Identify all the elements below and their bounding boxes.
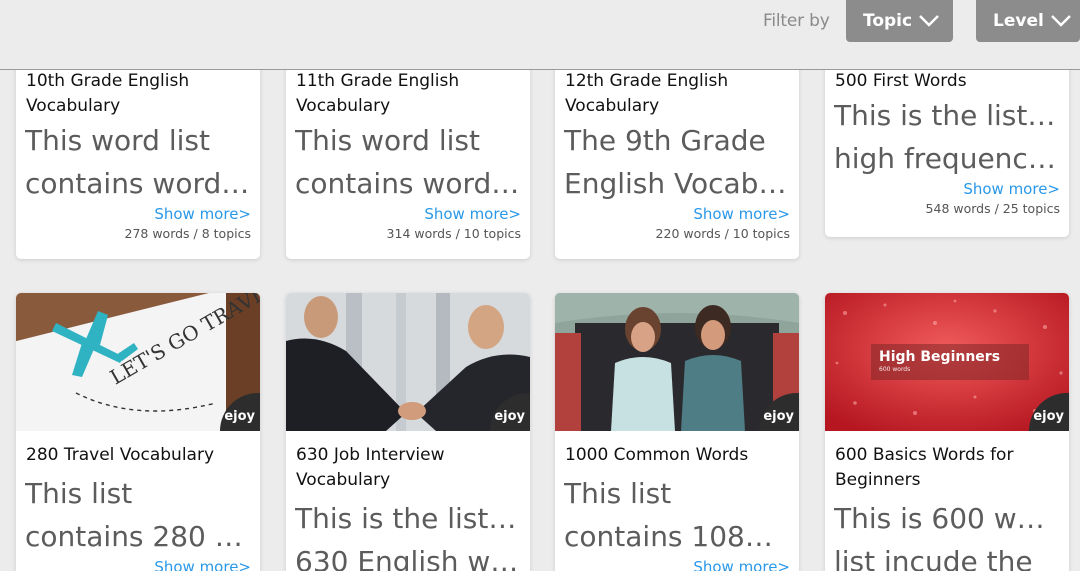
show-more-link[interactable]: Show more> bbox=[286, 205, 530, 224]
glitter-thumbnail[interactable]: High Beginners 600 words ejoy bbox=[825, 293, 1069, 431]
word-count: 278 words / 8 topics bbox=[124, 226, 252, 241]
topic-filter-label: Topic bbox=[863, 11, 913, 31]
chevron-down-icon bbox=[1050, 15, 1071, 27]
show-more-link[interactable]: Show more> bbox=[16, 558, 260, 571]
card-description: The 9th Grade English Vocab… bbox=[564, 124, 787, 200]
word-count: 548 words / 25 topics bbox=[925, 201, 1060, 216]
card-description: This word list contains words… bbox=[295, 124, 521, 200]
badge-title: High Beginners bbox=[879, 349, 1001, 365]
badge-subtitle: 600 words bbox=[879, 366, 911, 373]
card-title: 11th Grade English Vocabulary bbox=[296, 71, 460, 116]
handshake-thumbnail[interactable]: ejoy bbox=[286, 293, 530, 431]
card-title: 600 Basics Words for Beginners bbox=[835, 445, 1014, 490]
card-title: 630 Job Interview Vocabulary bbox=[296, 445, 445, 490]
word-count: 220 words / 10 topics bbox=[655, 226, 790, 241]
word-list-card[interactable]: ejoy 630 Job Interview Vocabulary This i… bbox=[286, 293, 530, 571]
level-filter-button[interactable]: Level bbox=[976, 0, 1080, 42]
level-filter-label: Level bbox=[993, 11, 1044, 31]
card-title: 12th Grade English Vocabulary bbox=[565, 71, 729, 116]
friends-car-thumbnail[interactable]: ejoy bbox=[555, 293, 799, 431]
card-description: This word list contains words… bbox=[25, 124, 251, 200]
vocabulary-list-page: Filter by Topic Level 10th Grade English… bbox=[0, 0, 1080, 571]
show-more-link[interactable]: Show more> bbox=[555, 205, 799, 224]
card-title: 500 First Words bbox=[835, 71, 967, 91]
card-description: This list contains 1081 … bbox=[564, 477, 790, 553]
show-more-link[interactable]: Show more> bbox=[555, 558, 799, 571]
card-title: 1000 Common Words bbox=[565, 445, 749, 465]
show-more-link[interactable]: Show more> bbox=[825, 180, 1069, 199]
word-list-card[interactable]: High Beginners 600 words ejoy 600 Basics… bbox=[825, 293, 1069, 571]
topic-filter-button[interactable]: Topic bbox=[846, 0, 953, 42]
level-badge: High Beginners 600 words bbox=[871, 344, 1029, 380]
card-description: This is the list of 630 English w… bbox=[295, 502, 521, 571]
word-list-card[interactable]: 12th Grade English Vocabulary The 9th Gr… bbox=[555, 48, 799, 259]
word-list-card[interactable]: 11th Grade English Vocabulary This word … bbox=[286, 48, 530, 259]
card-description: This is 600 words list incude the bbox=[834, 502, 1060, 571]
card-title: 280 Travel Vocabulary bbox=[26, 445, 215, 465]
filter-by-label: Filter by bbox=[763, 11, 830, 31]
card-description: This is the list of high frequency… bbox=[834, 99, 1060, 175]
word-list-card[interactable]: LET'S GO TRAVEL ejoy 280 Travel Vocabula… bbox=[16, 293, 260, 571]
word-list-card[interactable]: 10th Grade English Vocabulary This word … bbox=[16, 48, 260, 259]
card-description: This list contains 280 … bbox=[25, 477, 243, 553]
word-list-card[interactable]: 500 First Words This is the list of high… bbox=[825, 48, 1069, 237]
chevron-down-icon bbox=[919, 15, 939, 27]
show-more-link[interactable]: Show more> bbox=[16, 205, 260, 224]
filter-bar: Filter by Topic Level bbox=[0, 0, 1080, 70]
card-title: 10th Grade English Vocabulary bbox=[26, 71, 190, 116]
word-count: 314 words / 10 topics bbox=[386, 226, 521, 241]
travel-thumbnail[interactable]: LET'S GO TRAVEL ejoy bbox=[16, 293, 260, 431]
word-list-card[interactable]: ejoy 1000 Common Words This list contain… bbox=[555, 293, 799, 571]
